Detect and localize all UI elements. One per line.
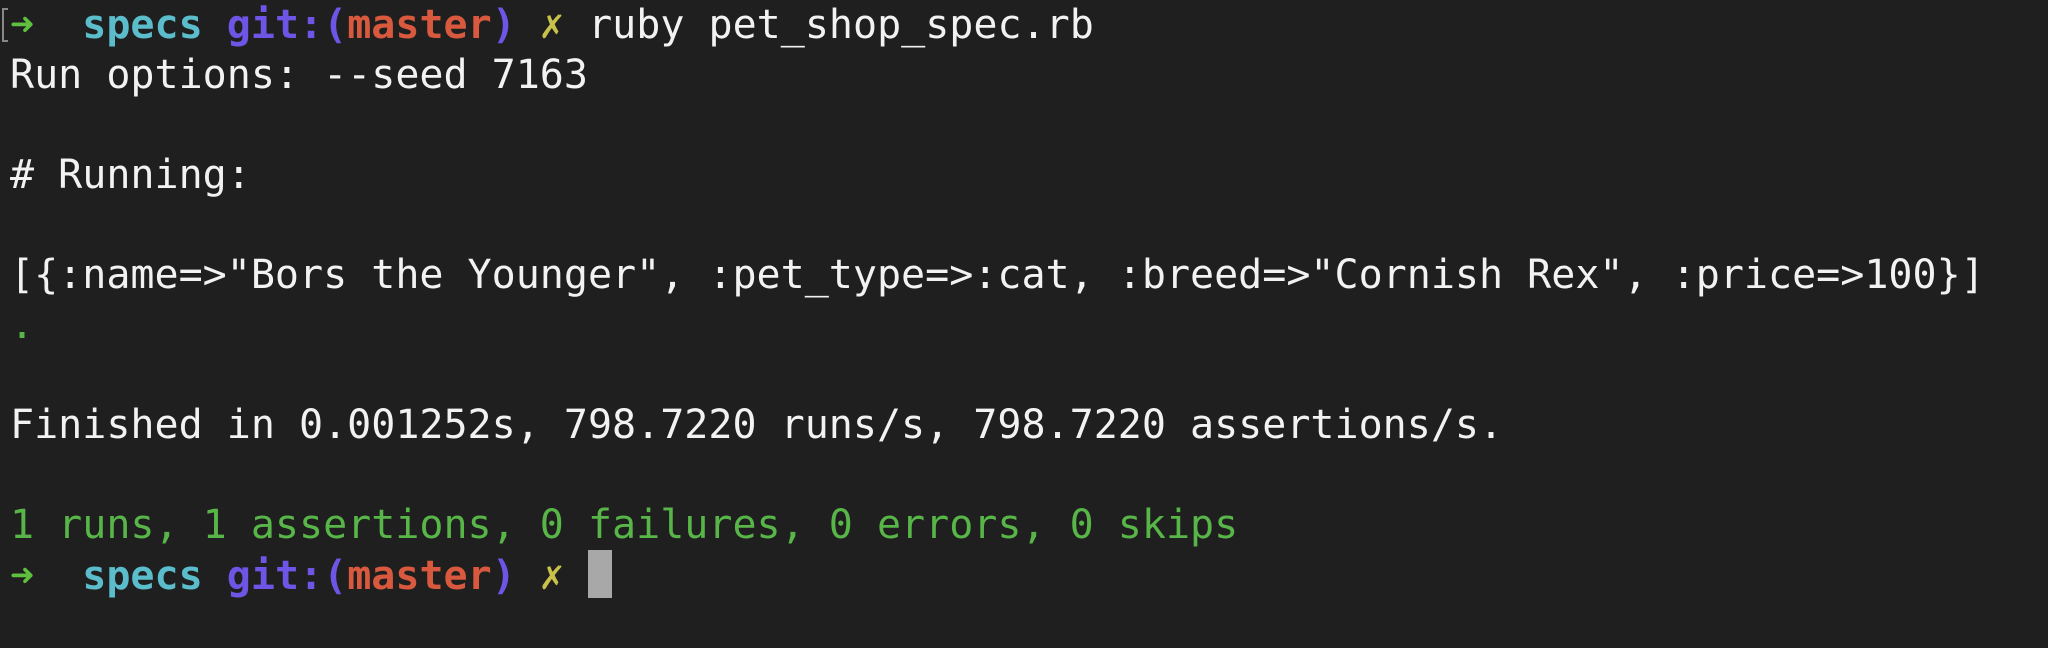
terminal-window[interactable]: ➜ specs git:(master) ✗ ruby pet_shop_spe…	[0, 0, 2048, 648]
prompt-git-label: git:(	[226, 553, 348, 599]
prompt-arrow-icon: ➜	[10, 553, 35, 599]
prompt-arrow-icon: ➜	[10, 2, 35, 48]
running-header-line: # Running:	[10, 152, 251, 198]
data-dump-line: [{:name=>"Bors the Younger", :pet_type=>…	[10, 252, 1985, 298]
prompt-line-1: ➜ specs git:(master) ✗ ruby pet_shop_spe…	[10, 0, 1094, 50]
run-options-line: Run options: --seed 7163	[10, 52, 588, 98]
prompt-directory: specs	[82, 553, 203, 599]
dirty-marker-icon: ✗	[539, 2, 564, 48]
text-cursor[interactable]	[588, 550, 613, 598]
prompt-branch: master	[347, 2, 492, 48]
prompt-git-label: git:(	[226, 2, 348, 48]
prompt-line-2[interactable]: ➜ specs git:(master) ✗	[10, 550, 613, 600]
prompt-git-close: )	[491, 2, 516, 48]
prompt-directory: specs	[82, 2, 203, 48]
progress-dot: .	[10, 302, 35, 348]
command-text: ruby pet_shop_spec.rb	[588, 2, 1094, 48]
selection-bracket	[2, 8, 8, 42]
prompt-git-close: )	[491, 553, 516, 599]
finished-line: Finished in 0.001252s, 798.7220 runs/s, …	[10, 402, 1504, 448]
prompt-branch: master	[347, 553, 492, 599]
summary-line: 1 runs, 1 assertions, 0 failures, 0 erro…	[10, 502, 1239, 548]
dirty-marker-icon: ✗	[539, 553, 564, 599]
